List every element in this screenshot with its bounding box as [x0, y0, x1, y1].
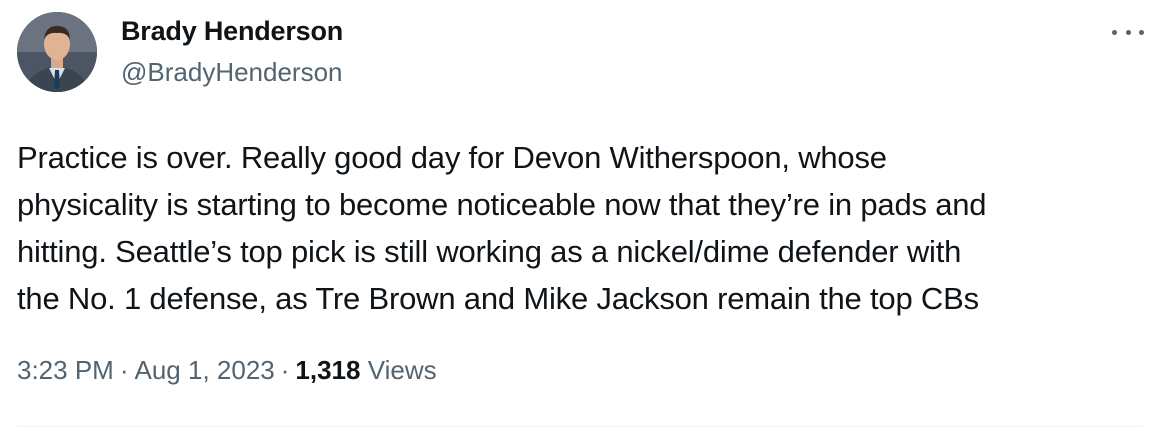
tweet-meta: 3:23 PM · Aug 1, 2023 · 1,318 Views — [17, 355, 437, 386]
divider — [17, 426, 1143, 427]
tweet-card: Brady Henderson @BradyHenderson Practice… — [0, 0, 1160, 436]
more-dot — [1125, 29, 1131, 35]
meta-separator: · — [119, 355, 129, 385]
author-display-name[interactable]: Brady Henderson — [121, 16, 343, 47]
views-count[interactable]: 1,318 — [295, 355, 360, 385]
tweet-text-line: the No. 1 defense, as Tre Brown and Mike… — [17, 281, 979, 316]
more-horizontal-icon[interactable] — [1112, 24, 1144, 40]
tweet-text-line: Practice is over. Really good day for De… — [17, 140, 887, 175]
tweet-time[interactable]: 3:23 PM — [17, 355, 114, 385]
tweet-date[interactable]: Aug 1, 2023 — [135, 355, 275, 385]
more-dot — [1112, 29, 1117, 35]
author-handle[interactable]: @BradyHenderson — [121, 57, 343, 88]
views-label: Views — [367, 355, 437, 385]
avatar-image — [17, 12, 97, 92]
tweet-text-line: physicality is starting to become notice… — [17, 187, 987, 222]
tweet-text-line: hitting. Seattle’s top pick is still wor… — [17, 234, 962, 269]
tweet-text: Practice is over. Really good day for De… — [17, 134, 1147, 322]
avatar[interactable] — [17, 12, 97, 92]
meta-separator: · — [280, 355, 290, 385]
more-dot — [1139, 29, 1144, 35]
